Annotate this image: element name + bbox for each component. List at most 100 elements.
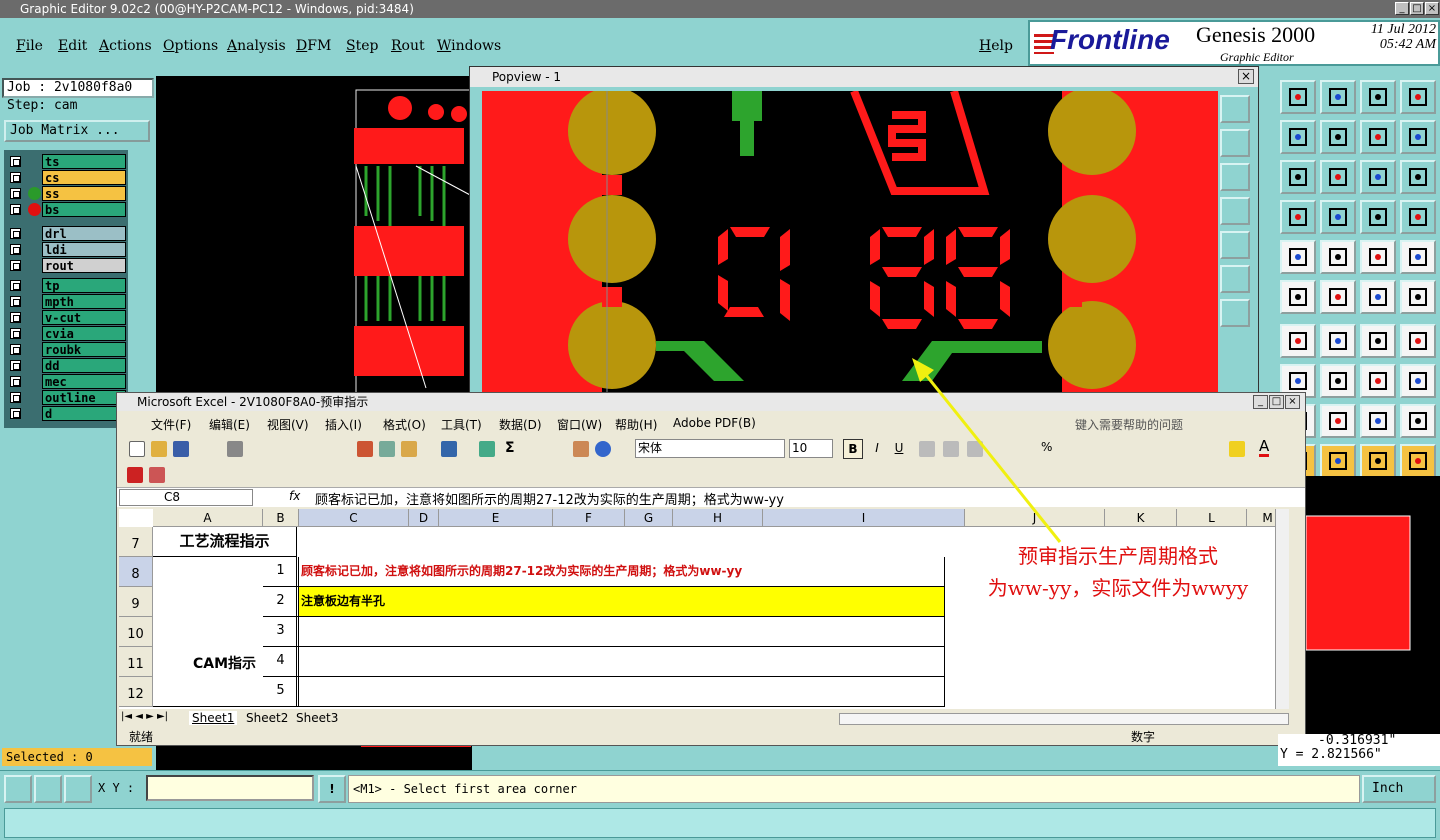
menu-edit[interactable]: Edit bbox=[58, 38, 87, 54]
layers-icon[interactable] bbox=[1360, 200, 1396, 234]
row-header-8[interactable]: 8 bbox=[119, 557, 153, 587]
zoom-area-icon[interactable] bbox=[4, 775, 32, 803]
layer-row-bs[interactable]: bs bbox=[6, 202, 126, 217]
tab-sheet1[interactable]: Sheet1 bbox=[189, 711, 238, 725]
layer-checkbox[interactable] bbox=[10, 312, 21, 323]
formula-input[interactable]: 顾客标记已加，注意将如图所示的周期27-12改为实际的生产周期；格式为ww-yy bbox=[315, 489, 784, 508]
layer-checkbox[interactable] bbox=[10, 156, 21, 167]
column-header-H[interactable]: H bbox=[673, 509, 763, 527]
menu-file[interactable]: File bbox=[16, 38, 43, 54]
xy-input[interactable] bbox=[146, 775, 314, 801]
item-text[interactable] bbox=[299, 647, 945, 677]
layer-row-dd[interactable]: dd bbox=[6, 358, 126, 373]
excel-menu-help[interactable]: 帮助(H) bbox=[615, 416, 657, 433]
layer-checkbox[interactable] bbox=[10, 376, 21, 387]
window-icon[interactable] bbox=[1400, 80, 1436, 114]
layer-row-mpth[interactable]: mpth bbox=[6, 294, 126, 309]
measure-icon[interactable] bbox=[34, 775, 62, 803]
column-header-D[interactable]: D bbox=[409, 509, 439, 527]
tab-sheet3[interactable]: Sheet3 bbox=[293, 711, 341, 725]
item-number[interactable]: 2 bbox=[263, 587, 299, 617]
layer-checkbox[interactable] bbox=[10, 204, 21, 215]
layer-name[interactable]: rout bbox=[42, 258, 126, 273]
layer-checkbox[interactable] bbox=[10, 172, 21, 183]
menu-dfm[interactable]: DFM bbox=[296, 38, 331, 54]
column-header-L[interactable]: L bbox=[1177, 509, 1247, 527]
layer-row-ss[interactable]: ss bbox=[6, 186, 126, 201]
row-header-7[interactable]: 7 bbox=[119, 527, 153, 557]
layer-name[interactable]: ldi bbox=[42, 242, 126, 257]
chart-icon[interactable] bbox=[573, 441, 589, 457]
excel-menu-adobe-pdf[interactable]: Adobe PDF(B) bbox=[673, 416, 756, 430]
item-text[interactable]: 注意板边有半孔 bbox=[299, 587, 945, 617]
layer-row-tp[interactable]: tp bbox=[6, 278, 126, 293]
process-flow-title[interactable]: 工艺流程指示 bbox=[153, 527, 297, 557]
help-icon[interactable] bbox=[1400, 160, 1436, 194]
fill-color-icon[interactable] bbox=[1229, 441, 1245, 457]
step-down-icon[interactable] bbox=[1320, 80, 1356, 114]
item-number[interactable]: 5 bbox=[263, 677, 299, 707]
item-number[interactable]: 3 bbox=[263, 617, 299, 647]
layer-checkbox[interactable] bbox=[10, 328, 21, 339]
help-icon[interactable] bbox=[595, 441, 611, 457]
row-header-10[interactable]: 10 bbox=[119, 617, 153, 647]
arrow-line-icon[interactable] bbox=[1320, 364, 1356, 398]
move-right-icon[interactable] bbox=[1320, 120, 1356, 154]
tab-nav-arrows[interactable]: |◄ ◄ ► ►| bbox=[121, 711, 168, 722]
layer-checkbox[interactable] bbox=[10, 260, 21, 271]
group-icon[interactable] bbox=[1400, 364, 1436, 398]
ruler-icon[interactable] bbox=[1360, 240, 1396, 274]
popview-close-button[interactable]: × bbox=[1238, 69, 1254, 84]
units-select[interactable]: Inch bbox=[1362, 775, 1436, 803]
center-icon[interactable] bbox=[1320, 160, 1356, 194]
menu-step[interactable]: Step bbox=[346, 38, 378, 54]
column-header-E[interactable]: E bbox=[439, 509, 553, 527]
column-header-G[interactable]: G bbox=[625, 509, 673, 527]
layer-checkbox[interactable] bbox=[10, 188, 21, 199]
column-header-B[interactable]: B bbox=[263, 509, 299, 527]
layer-name[interactable]: roubk bbox=[42, 342, 126, 357]
item-number[interactable]: 1 bbox=[263, 557, 299, 587]
layer-name[interactable]: ss bbox=[42, 186, 126, 201]
layer-row-rout[interactable]: rout bbox=[6, 258, 126, 273]
layer-row-roubk[interactable]: roubk bbox=[6, 342, 126, 357]
new-icon[interactable] bbox=[129, 441, 145, 457]
item-number[interactable]: 4 bbox=[263, 647, 299, 677]
layer-name[interactable]: cvia bbox=[42, 326, 126, 341]
item-text[interactable] bbox=[299, 617, 945, 647]
hyperlink-icon[interactable] bbox=[479, 441, 495, 457]
layer-name[interactable]: cs bbox=[42, 170, 126, 185]
row-header-12[interactable]: 12 bbox=[119, 677, 153, 707]
layer-checkbox[interactable] bbox=[10, 296, 21, 307]
layer-name[interactable]: mpth bbox=[42, 294, 126, 309]
autosum-icon[interactable]: Σ bbox=[505, 440, 515, 456]
home-icon[interactable] bbox=[1220, 129, 1250, 157]
bold-button[interactable]: B bbox=[843, 439, 863, 459]
layer-checkbox[interactable] bbox=[10, 244, 21, 255]
close-button[interactable]: × bbox=[1425, 2, 1439, 15]
cut-icon[interactable] bbox=[357, 441, 373, 457]
copy-icon[interactable] bbox=[379, 441, 395, 457]
layer-checkbox[interactable] bbox=[10, 392, 21, 403]
layer-row-cvia[interactable]: cvia bbox=[6, 326, 126, 341]
layer-name[interactable]: bs bbox=[42, 202, 126, 217]
print-icon[interactable] bbox=[227, 441, 243, 457]
job-matrix-button[interactable]: Job Matrix ... bbox=[4, 120, 150, 142]
home-icon[interactable] bbox=[1280, 80, 1316, 114]
move-left-icon[interactable] bbox=[1280, 120, 1316, 154]
alert-icon[interactable]: ! bbox=[318, 775, 346, 803]
layer-name[interactable]: outline bbox=[42, 390, 126, 405]
layer-row-outline[interactable]: outline bbox=[6, 390, 126, 405]
tweezers-icon[interactable] bbox=[1280, 200, 1316, 234]
excel-menu-insert[interactable]: 插入(I) bbox=[325, 416, 362, 433]
excel-menu-tools[interactable]: 工具(T) bbox=[441, 416, 482, 433]
rotate-icon[interactable] bbox=[1360, 120, 1396, 154]
excel-menu-format[interactable]: 格式(O) bbox=[383, 416, 426, 433]
zoom-in-icon[interactable] bbox=[1220, 95, 1250, 123]
triangle-d-icon[interactable] bbox=[1400, 404, 1436, 438]
layer-checkbox[interactable] bbox=[10, 344, 21, 355]
move-right-icon[interactable] bbox=[1220, 231, 1250, 259]
layer-checkbox[interactable] bbox=[10, 228, 21, 239]
move-left-icon[interactable] bbox=[1220, 197, 1250, 225]
tab-sheet2[interactable]: Sheet2 bbox=[243, 711, 291, 725]
